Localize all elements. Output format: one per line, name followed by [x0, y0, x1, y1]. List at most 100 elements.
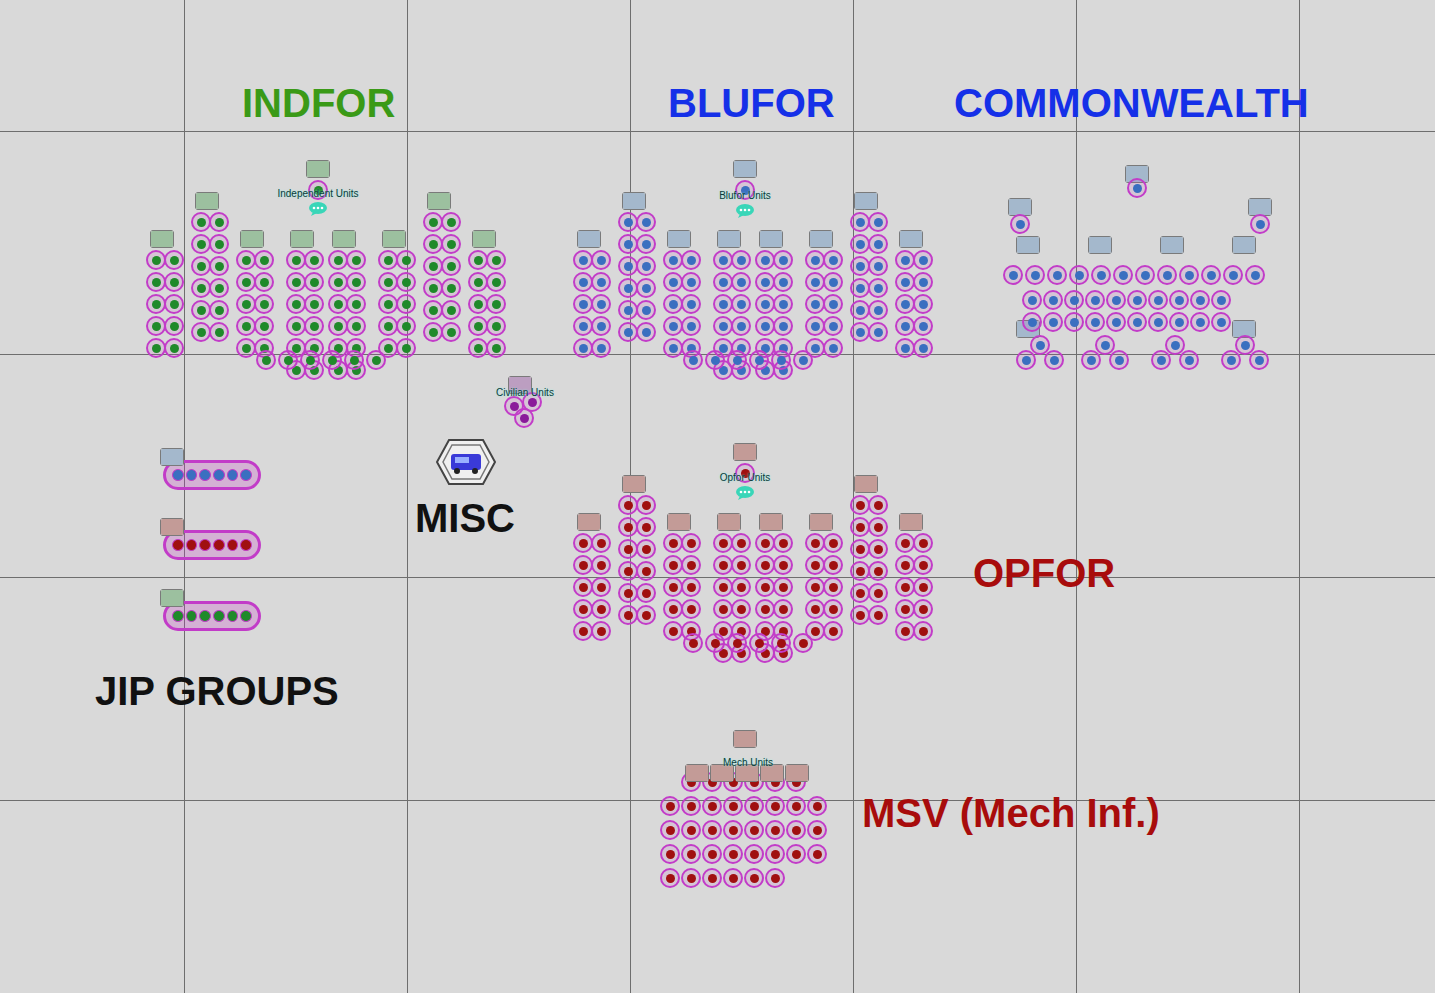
unit-marker[interactable]	[850, 561, 870, 581]
unit-marker[interactable]	[441, 278, 461, 298]
unit-marker[interactable]	[773, 555, 793, 575]
unit-marker[interactable]	[328, 316, 348, 336]
unit-marker[interactable]	[441, 234, 461, 254]
unit-marker[interactable]	[663, 555, 683, 575]
unit-marker[interactable]	[713, 577, 733, 597]
unit-marker[interactable]	[164, 250, 184, 270]
unit-marker[interactable]	[636, 539, 656, 559]
unit-marker[interactable]	[702, 868, 722, 888]
unit-marker[interactable]	[486, 272, 506, 292]
unit-marker[interactable]	[805, 577, 825, 597]
unit-marker[interactable]	[868, 278, 888, 298]
unit-marker[interactable]	[731, 599, 751, 619]
group-leader-marker[interactable]	[427, 192, 451, 210]
group-leader-marker[interactable]	[577, 513, 601, 531]
unit-marker[interactable]	[378, 250, 398, 270]
unit-marker[interactable]	[636, 300, 656, 320]
unit-marker[interactable]	[591, 294, 611, 314]
unit-marker[interactable]	[868, 322, 888, 342]
unit-marker[interactable]	[731, 316, 751, 336]
unit-marker[interactable]	[423, 300, 443, 320]
group-leader-marker[interactable]	[195, 192, 219, 210]
unit-marker[interactable]	[322, 350, 342, 370]
group-leader-marker[interactable]	[785, 764, 809, 782]
unit-marker[interactable]	[773, 316, 793, 336]
unit-marker[interactable]	[591, 621, 611, 641]
unit-marker[interactable]	[1127, 312, 1147, 332]
unit-marker[interactable]	[191, 278, 211, 298]
unit-marker[interactable]	[850, 278, 870, 298]
unit-marker[interactable]	[346, 294, 366, 314]
unit-marker[interactable]	[468, 250, 488, 270]
unit-marker[interactable]	[1221, 350, 1241, 370]
unit-marker[interactable]	[773, 250, 793, 270]
unit-marker[interactable]	[663, 621, 683, 641]
unit-marker[interactable]	[1010, 214, 1030, 234]
unit-marker[interactable]	[254, 294, 274, 314]
group-leader-marker[interactable]	[382, 230, 406, 248]
unit-marker[interactable]	[573, 250, 593, 270]
unit-marker[interactable]	[807, 844, 827, 864]
unit-marker[interactable]	[895, 533, 915, 553]
unit-marker[interactable]	[209, 256, 229, 276]
editor-map[interactable]: Independent UnitsBlufor UnitsOpfor Units…	[0, 0, 1435, 993]
unit-marker[interactable]	[705, 350, 725, 370]
unit-marker[interactable]	[702, 820, 722, 840]
unit-marker[interactable]	[1151, 350, 1171, 370]
unit-marker[interactable]	[378, 272, 398, 292]
unit-marker[interactable]	[755, 272, 775, 292]
group-leader-marker[interactable]	[577, 230, 601, 248]
unit-marker[interactable]	[850, 539, 870, 559]
unit-marker[interactable]	[636, 517, 656, 537]
unit-marker[interactable]	[573, 294, 593, 314]
unit-marker[interactable]	[755, 599, 775, 619]
group-leader-marker[interactable]	[717, 513, 741, 531]
unit-marker[interactable]	[913, 555, 933, 575]
group-leader-marker[interactable]	[1232, 236, 1256, 254]
unit-marker[interactable]	[731, 533, 751, 553]
unit-marker[interactable]	[618, 256, 638, 276]
group-leader-marker[interactable]	[717, 230, 741, 248]
unit-marker[interactable]	[683, 633, 703, 653]
group-leader-marker[interactable]	[809, 230, 833, 248]
unit-marker[interactable]	[868, 256, 888, 276]
unit-marker[interactable]	[663, 316, 683, 336]
unit-marker[interactable]	[236, 272, 256, 292]
unit-marker[interactable]	[236, 338, 256, 358]
unit-marker[interactable]	[744, 868, 764, 888]
group-leader-marker[interactable]	[854, 192, 878, 210]
unit-marker[interactable]	[1047, 265, 1067, 285]
unit-marker[interactable]	[146, 338, 166, 358]
unit-marker[interactable]	[723, 820, 743, 840]
unit-marker[interactable]	[1148, 312, 1168, 332]
unit-marker[interactable]	[209, 212, 229, 232]
unit-marker[interactable]	[1223, 265, 1243, 285]
unit-marker[interactable]	[681, 868, 701, 888]
unit-marker[interactable]	[618, 583, 638, 603]
unit-marker[interactable]	[636, 605, 656, 625]
unit-marker[interactable]	[895, 577, 915, 597]
unit-marker[interactable]	[663, 533, 683, 553]
group-leader-marker[interactable]	[472, 230, 496, 248]
unit-marker[interactable]	[396, 272, 416, 292]
unit-marker[interactable]	[895, 250, 915, 270]
unit-marker[interactable]	[850, 234, 870, 254]
group-leader-marker[interactable]	[759, 513, 783, 531]
unit-marker[interactable]	[850, 517, 870, 537]
unit-marker[interactable]	[1211, 290, 1231, 310]
unit-marker[interactable]	[573, 599, 593, 619]
unit-marker[interactable]	[164, 272, 184, 292]
unit-marker[interactable]	[191, 256, 211, 276]
unit-marker[interactable]	[618, 322, 638, 342]
unit-marker[interactable]	[807, 796, 827, 816]
unit-marker[interactable]	[895, 316, 915, 336]
unit-marker[interactable]	[850, 322, 870, 342]
unit-marker[interactable]	[591, 338, 611, 358]
unit-marker[interactable]	[146, 294, 166, 314]
unit-marker[interactable]	[591, 316, 611, 336]
unit-marker[interactable]	[344, 350, 364, 370]
unit-marker[interactable]	[1109, 350, 1129, 370]
unit-marker[interactable]	[895, 338, 915, 358]
unit-marker[interactable]	[868, 300, 888, 320]
unit-marker[interactable]	[681, 577, 701, 597]
